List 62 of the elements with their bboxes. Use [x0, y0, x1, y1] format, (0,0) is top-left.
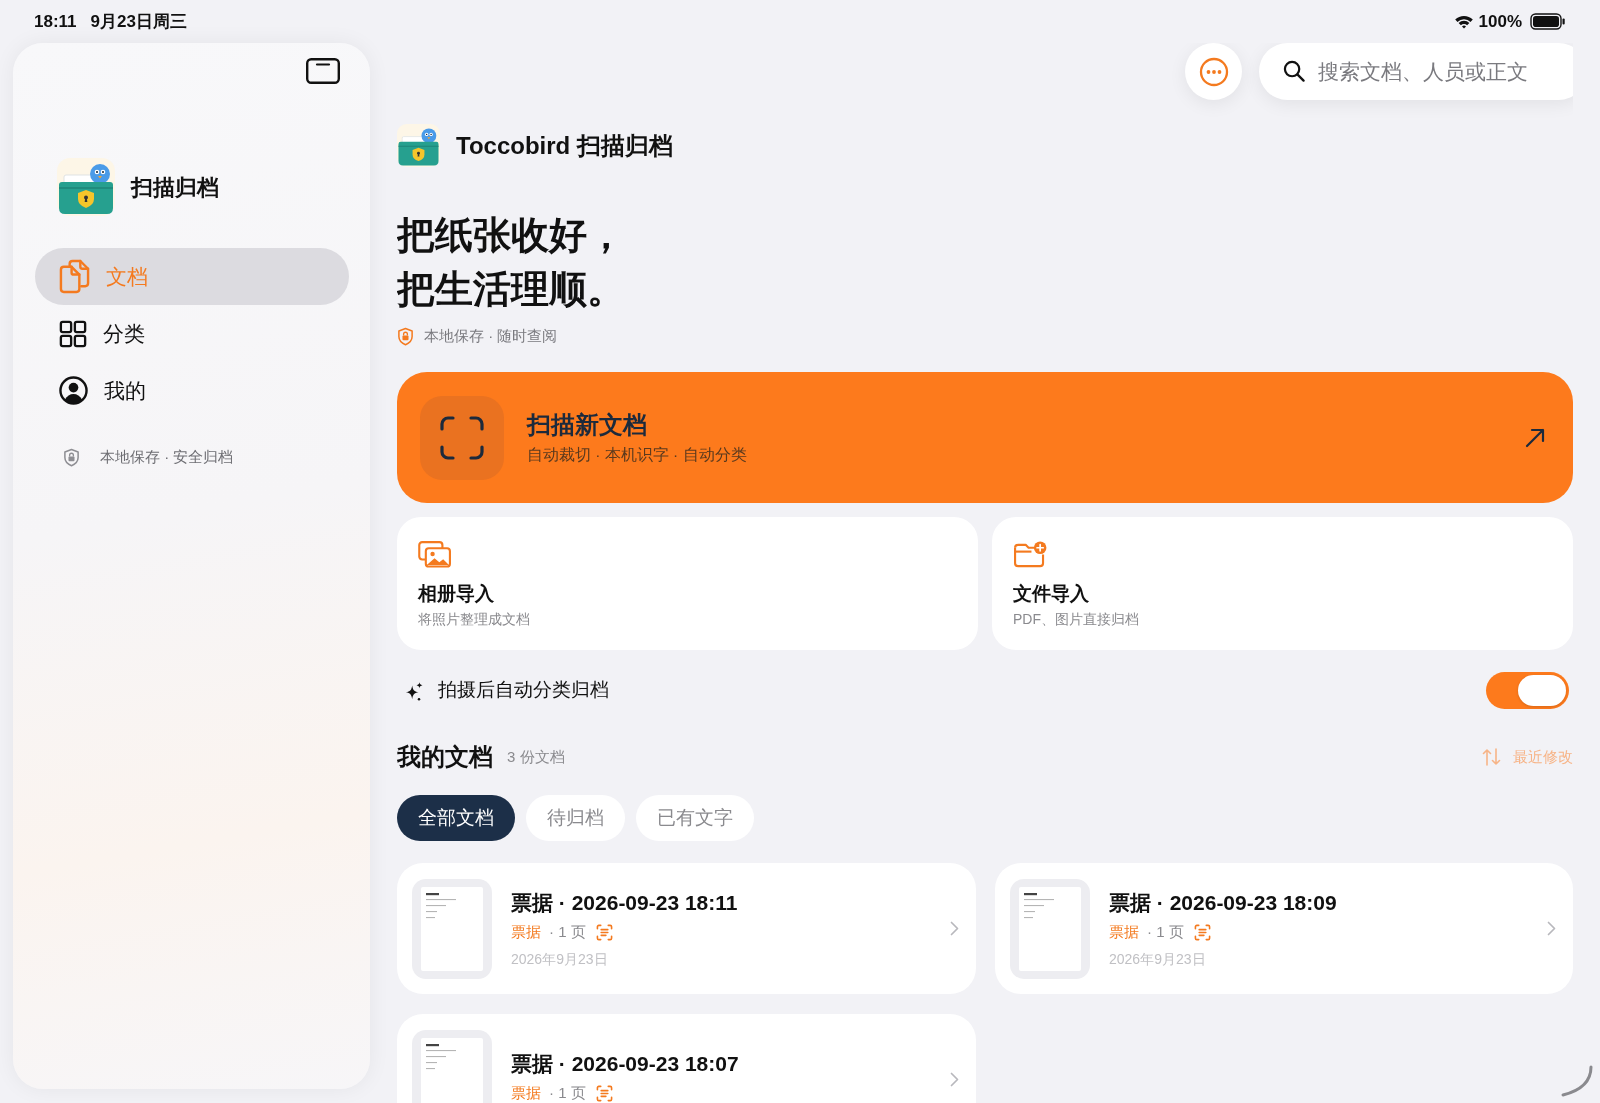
import-card[interactable]: 相册导入 将照片整理成文档 [397, 517, 978, 650]
storage-note: 本地保存 · 安全归档 [100, 447, 234, 467]
import-title: 文件导入 [1013, 582, 1090, 606]
folder-logo-icon [57, 158, 115, 216]
resize-handle-icon[interactable] [1560, 1065, 1594, 1097]
scan-frame-icon [420, 395, 504, 480]
document-title: 票据 · 2026-09-23 18:09 [1109, 889, 1337, 916]
folder-plus-icon [1013, 541, 1048, 568]
document-count: 3 份文档 [507, 746, 565, 767]
status-time: 18:11 [34, 10, 77, 33]
sidebar-item[interactable]: 我的 [35, 362, 349, 419]
chevron-right-icon [950, 921, 959, 936]
search-field[interactable]: 搜索文档、人员或正文 [1259, 43, 1573, 100]
import-card[interactable]: 文件导入 PDF、图片直接归档 [992, 517, 1573, 650]
filter-chip[interactable]: 已有文字 [636, 795, 754, 841]
tagline: 本地保存 · 随时查阅 [424, 326, 558, 346]
category-label: 票据 [511, 922, 541, 943]
document-title: 票据 · 2026-09-23 18:07 [511, 1050, 739, 1077]
shield-lock-icon [63, 447, 80, 467]
sidebar-item[interactable]: 分类 [35, 305, 349, 362]
page-count: · 1 页 [1147, 922, 1184, 943]
page-count: · 1 页 [549, 1083, 586, 1103]
battery-percent: 100% [1478, 10, 1522, 33]
battery-icon [1530, 13, 1566, 30]
import-title: 相册导入 [418, 582, 495, 606]
toggle-switch[interactable] [1486, 672, 1569, 709]
document-card[interactable]: 票据 · 2026-09-23 18:11 票据 · 1 页 2026年9月23日 [397, 863, 976, 994]
sort-icon [1482, 748, 1501, 766]
import-subtitle: 将照片整理成文档 [418, 610, 531, 628]
app-title: Toccobird 扫描归档 [456, 130, 673, 161]
page-count: · 1 页 [549, 922, 586, 943]
scan-subtitle: 自动裁切 · 本机识字 · 自动分类 [527, 444, 747, 465]
scan-title: 扫描新文档 [527, 409, 648, 440]
document-card[interactable]: 票据 · 2026-09-23 18:07 票据 · 1 页 [397, 1014, 976, 1103]
filter-chip[interactable]: 全部文档 [397, 795, 515, 841]
chevron-right-icon [950, 1072, 959, 1087]
app-name: 扫描归档 [131, 173, 219, 202]
sparkle-icon [404, 680, 424, 701]
section-title: 我的文档 [397, 742, 493, 772]
import-subtitle: PDF、图片直接归档 [1013, 610, 1140, 628]
folder-logo-icon [397, 124, 440, 167]
search-icon [1283, 60, 1305, 82]
profile-icon [59, 376, 88, 405]
category-label: 票据 [1109, 922, 1139, 943]
document-title: 票据 · 2026-09-23 18:11 [511, 889, 738, 916]
wifi-icon [1453, 14, 1474, 29]
documents-icon [59, 259, 90, 294]
status-date: 9月23日周三 [90, 10, 187, 33]
sidebar-toggle-icon[interactable] [306, 58, 340, 84]
more-icon [1198, 56, 1229, 87]
document-card[interactable]: 票据 · 2026-09-23 18:09 票据 · 1 页 2026年9月23日 [995, 863, 1573, 994]
arrow-up-right-icon [1524, 426, 1546, 449]
filter-chip[interactable]: 待归档 [526, 795, 625, 841]
shield-lock-icon [397, 326, 414, 346]
grid-icon [59, 319, 87, 348]
chevron-right-icon [1547, 921, 1556, 936]
document-date: 2026年9月23日 [511, 949, 609, 969]
setting-label: 拍摄后自动分类归档 [438, 678, 609, 703]
document-date: 2026年9月23日 [1109, 949, 1207, 969]
category-label: 票据 [511, 1083, 541, 1103]
scan-card[interactable]: 扫描新文档 自动裁切 · 本机识字 · 自动分类 [397, 372, 1573, 503]
photos-icon [418, 541, 451, 568]
